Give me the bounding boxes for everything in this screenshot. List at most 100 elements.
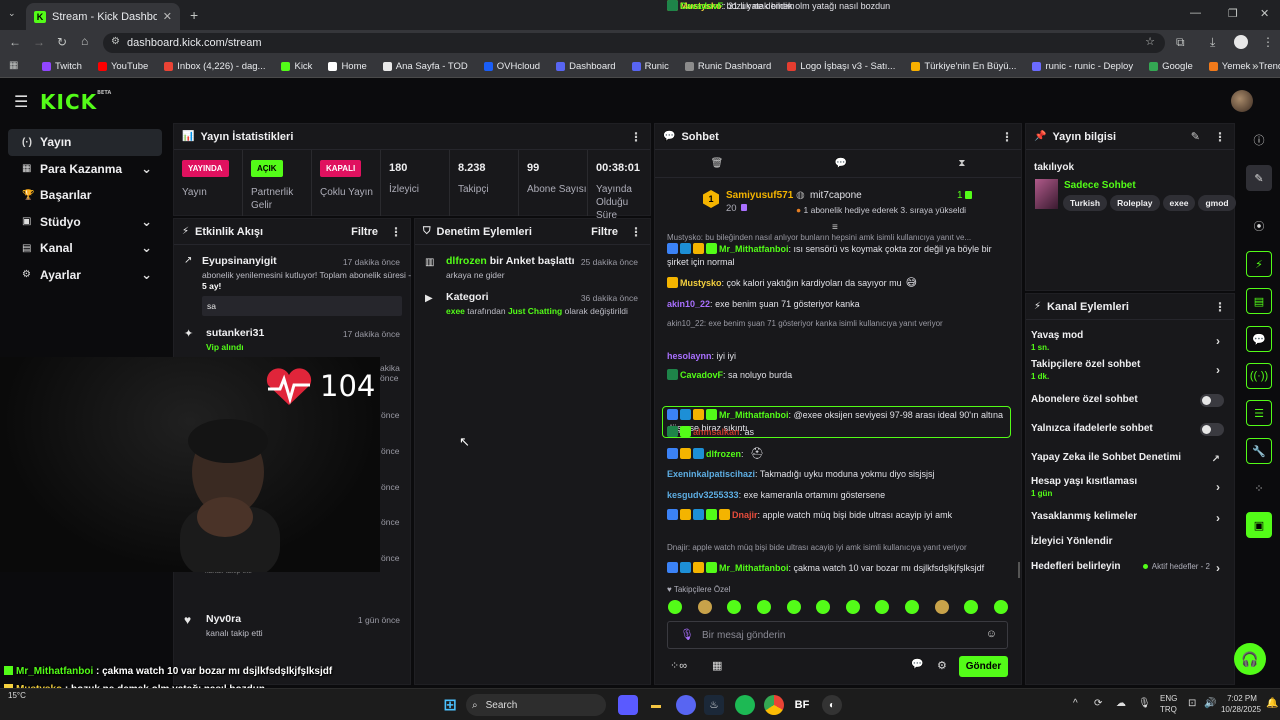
chat-username[interactable]: dlfrozen bbox=[706, 449, 741, 459]
activity-filter-button[interactable]: Filtre bbox=[351, 226, 378, 238]
bookmark-item[interactable]: Dashboard bbox=[548, 61, 623, 72]
top-gifter-user[interactable]: Samiyusuf571 bbox=[726, 190, 793, 201]
channel-actions-menu-icon[interactable]: ⋮ bbox=[1214, 300, 1226, 314]
close-window-icon[interactable]: ✕ bbox=[1260, 7, 1269, 20]
channel-action-item[interactable]: Yapay Zeka ile Sohbet Denetimi ↗ bbox=[1031, 452, 1226, 465]
stream-tag[interactable]: gmod bbox=[1198, 195, 1236, 211]
apps-icon[interactable]: ▦ bbox=[9, 60, 18, 71]
emote-icon[interactable] bbox=[816, 600, 831, 614]
bookmark-item[interactable]: Kick bbox=[273, 61, 320, 72]
sidebar-item-1[interactable]: ▦ Para Kazanma ⌄ bbox=[8, 156, 162, 183]
chat-message[interactable]: Mr_Mithatfanboi: çakma watch 10 var boza… bbox=[667, 562, 1012, 575]
stream-info-menu-icon[interactable]: ⋮ bbox=[1214, 130, 1226, 144]
layers-icon[interactable]: ☰ bbox=[1246, 400, 1272, 426]
gifter-user[interactable]: mit7capone bbox=[810, 190, 862, 201]
chat-username[interactable]: Dnajir bbox=[732, 510, 758, 520]
chat-settings-bubble-icon[interactable]: 💬 bbox=[911, 659, 923, 670]
new-tab-icon[interactable]: + bbox=[190, 7, 198, 23]
chat-username[interactable]: CavadovF bbox=[680, 370, 723, 380]
bookmark-item[interactable]: runic - runic - Deploy bbox=[1024, 61, 1141, 72]
tray-mic-icon[interactable]: 🎙 bbox=[1138, 698, 1151, 709]
emote-icon[interactable] bbox=[845, 600, 860, 614]
windows-start-icon[interactable]: ⊞ bbox=[440, 695, 460, 715]
stats-menu-icon[interactable]: ⋮ bbox=[630, 130, 642, 144]
moderation-filter-button[interactable]: Filtre bbox=[591, 226, 618, 238]
emoji-picker-icon[interactable]: ☺ bbox=[986, 628, 997, 640]
site-info-icon[interactable]: ⚙ bbox=[111, 36, 120, 47]
chat-message[interactable]: hesolaynn: iyi iyi bbox=[667, 350, 1012, 363]
emote-icon[interactable] bbox=[993, 600, 1008, 614]
chat-message[interactable]: Mustysko: çok kalori yaktığın kardiyolar… bbox=[667, 277, 1012, 290]
back-icon[interactable]: ← bbox=[9, 35, 21, 49]
info-icon[interactable]: ⓘ bbox=[1246, 127, 1272, 153]
chat-username[interactable]: CavadovF bbox=[680, 1, 723, 11]
tray-chevron-icon[interactable]: ^ bbox=[1073, 698, 1078, 709]
spotify-icon[interactable] bbox=[735, 695, 755, 715]
chat-username[interactable]: ahmsalkan bbox=[693, 427, 740, 437]
chat-message[interactable]: Exeninkalpatiscihazi: Takmadığı uyku mod… bbox=[667, 468, 1012, 481]
close-tab-icon[interactable]: ✕ bbox=[163, 10, 172, 23]
toggle-switch[interactable] bbox=[1200, 394, 1224, 407]
hourglass-icon[interactable]: ⧗ bbox=[958, 158, 965, 169]
trash-icon[interactable]: 🗑 bbox=[711, 158, 724, 169]
bookmark-item[interactable]: YouTube bbox=[90, 61, 156, 72]
home-icon[interactable]: ⌂ bbox=[81, 34, 88, 48]
obs-icon[interactable]: ◐ bbox=[822, 695, 842, 715]
record-icon[interactable]: ⦿ bbox=[1246, 213, 1272, 239]
notification-icon[interactable]: 🔔 bbox=[1266, 698, 1278, 709]
chat-username[interactable]: Mr_Mithatfanboi bbox=[719, 410, 789, 420]
channel-action-item[interactable]: İzleyici Yönlendir bbox=[1031, 536, 1226, 547]
bookmark-item[interactable]: Runic Dashboard bbox=[677, 61, 779, 72]
wifi-icon[interactable]: ⊡ bbox=[1188, 698, 1196, 709]
mods-icon[interactable]: ⁘ bbox=[1246, 475, 1272, 501]
chat-username[interactable]: kesgudv3255333 bbox=[667, 490, 739, 500]
category-name[interactable]: Sadece Sohbet bbox=[1064, 180, 1136, 191]
chat-username[interactable]: akin10_22 bbox=[667, 299, 710, 309]
sidebar-item-2[interactable]: 🏆 Başarılar bbox=[8, 182, 162, 209]
bookmark-item[interactable]: Inbox (4,226) - dag... bbox=[156, 61, 273, 72]
chat-message[interactable]: dlfrozen: ⛑ bbox=[667, 448, 1012, 461]
chat-message[interactable]: kesgudv3255333: exe kameranla ortamını g… bbox=[667, 489, 1012, 502]
bookmark-item[interactable]: Ana Sayfa - TOD bbox=[375, 61, 476, 72]
channel-action-item[interactable]: Takipçilere özel sohbet 1 dk. › bbox=[1031, 359, 1226, 381]
mic-icon[interactable]: 🎙 bbox=[680, 628, 694, 641]
edit-pencil-icon[interactable]: ✎ bbox=[1191, 130, 1200, 143]
messages-icon[interactable]: 💬 bbox=[835, 158, 847, 169]
taskbar-search[interactable]: ⌕ Search bbox=[466, 694, 606, 716]
browser-tab[interactable]: K Stream - Kick Dashboard ✕ bbox=[26, 3, 180, 30]
tray-cloud-icon[interactable]: ☁ bbox=[1116, 698, 1126, 709]
channel-action-item[interactable]: Abonelere özel sohbet bbox=[1031, 394, 1226, 407]
lang-secondary[interactable]: TRQ bbox=[1160, 705, 1177, 714]
emote-icon[interactable] bbox=[905, 600, 919, 614]
tab-list-icon[interactable]: ⌄ bbox=[8, 8, 16, 19]
discord-icon[interactable] bbox=[676, 695, 696, 715]
gear-icon[interactable]: ⚙ bbox=[937, 659, 947, 672]
emote-icon[interactable] bbox=[786, 600, 801, 614]
send-button[interactable]: Gönder bbox=[959, 656, 1008, 677]
sidebar-item-4[interactable]: ▤ Kanal ⌄ bbox=[8, 235, 162, 262]
bookmark-item[interactable]: OVHcloud bbox=[476, 61, 548, 72]
downloads-icon[interactable]: ⤓ bbox=[1210, 35, 1215, 50]
wrench-icon[interactable]: 🔧 bbox=[1246, 438, 1272, 464]
reload-icon[interactable]: ↻ bbox=[57, 35, 67, 49]
kick-logo[interactable]: KICKBETA bbox=[40, 90, 111, 114]
activity-menu-icon[interactable]: ⋮ bbox=[390, 225, 402, 239]
sidebar-item-0[interactable]: (·) Yayın bbox=[8, 129, 162, 156]
channel-action-item[interactable]: Hesap yaşı kısıtlaması 1 gün › bbox=[1031, 476, 1226, 498]
chat-message[interactable]: Dnajir: apple watch müq bişi bide ultras… bbox=[667, 509, 1012, 522]
chat-message[interactable]: CavadovF: sa noluyo burda bbox=[667, 369, 1012, 382]
volume-icon[interactable]: 🔊 bbox=[1204, 698, 1216, 709]
emote-icon[interactable] bbox=[668, 600, 682, 614]
bookmark-item[interactable]: Twitch bbox=[34, 61, 90, 72]
emote-icon[interactable] bbox=[727, 600, 742, 614]
chat-username[interactable]: Mr_Mithatfanboi bbox=[719, 244, 789, 254]
copilot-icon[interactable] bbox=[618, 695, 638, 715]
tray-sync-icon[interactable]: ⟳ bbox=[1094, 698, 1102, 709]
chat-menu-icon[interactable]: ⋮ bbox=[1001, 130, 1013, 144]
channel-action-item[interactable]: Yasaklanmış kelimeler › bbox=[1031, 511, 1226, 525]
steam-icon[interactable]: ♨ bbox=[704, 695, 724, 715]
edit-stream-icon[interactable]: ✎ bbox=[1246, 165, 1272, 191]
forward-icon[interactable]: → bbox=[33, 35, 45, 49]
app-icon[interactable]: ▣ bbox=[1246, 512, 1272, 538]
bookmark-item[interactable]: Yemek - Trendyol Go bbox=[1201, 61, 1280, 72]
